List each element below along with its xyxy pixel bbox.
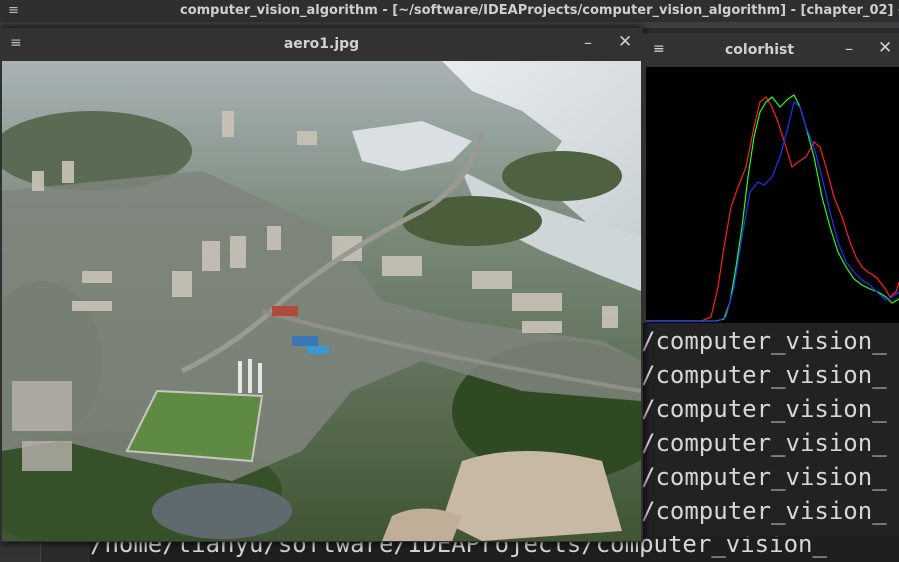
image-window-titlebar[interactable]: ≡ aero1.jpg – ✕	[0, 28, 643, 61]
histogram-green-curve	[646, 94, 899, 322]
histogram-canvas	[646, 67, 899, 323]
terminal-output: /computer_vision_ /computer_vision_ /com…	[641, 323, 899, 536]
aerial-photo	[2, 61, 641, 541]
terminal-line: /computer_vision_	[641, 429, 887, 457]
color-histogram-plot	[646, 94, 899, 322]
hamburger-menu-icon[interactable]: ≡	[653, 41, 665, 57]
histogram-window: ≡ colorhist – ✕	[643, 33, 899, 323]
image-window-title: aero1.jpg	[283, 36, 360, 52]
image-window: ≡ aero1.jpg – ✕	[0, 28, 643, 542]
terminal-line: /computer_vision_	[641, 497, 887, 525]
terminal-line: /computer_vision_	[641, 361, 887, 389]
terminal-line: /computer_vision_	[641, 327, 887, 355]
ide-titlebar: ≡ computer_vision_algorithm - [~/softwar…	[0, 0, 899, 22]
histogram-blue-curve	[646, 100, 899, 322]
terminal-line: /computer_vision_	[641, 463, 887, 491]
terminal-line: /computer_vision_	[641, 395, 887, 423]
minimize-icon[interactable]: –	[845, 39, 853, 58]
histogram-window-titlebar[interactable]: ≡ colorhist – ✕	[643, 33, 899, 67]
close-icon[interactable]: ✕	[878, 38, 892, 58]
ide-window-title: computer_vision_algorithm - [~/software/…	[180, 3, 899, 18]
close-icon[interactable]: ✕	[618, 32, 632, 52]
histogram-window-title: colorhist	[725, 42, 795, 58]
ide-menu-icon[interactable]: ≡	[8, 0, 19, 22]
histogram-red-curve	[646, 96, 899, 322]
aerial-photo-illustration	[2, 61, 641, 541]
minimize-icon[interactable]: –	[584, 33, 592, 52]
